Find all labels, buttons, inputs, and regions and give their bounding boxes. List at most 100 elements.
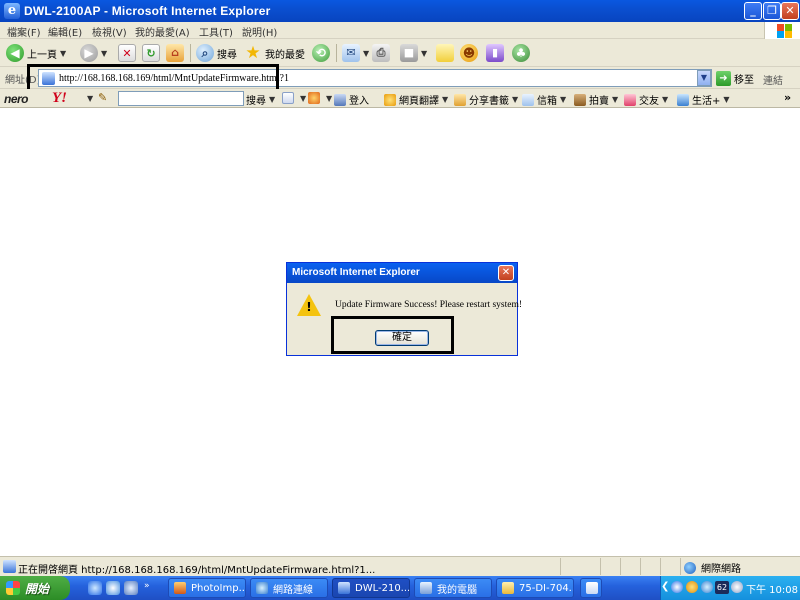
task-label: 網路連線 — [273, 584, 313, 596]
back-button[interactable]: ◀ 上一頁 ▼ — [6, 43, 66, 63]
windows-flag-icon — [6, 581, 20, 595]
print-button[interactable]: ⎙ — [372, 43, 390, 63]
window-title-bar[interactable]: e DWL-2100AP - Microsoft Internet Explor… — [0, 0, 800, 22]
minimize-button[interactable]: _ — [744, 2, 762, 20]
globe-icon — [684, 561, 696, 574]
history-button[interactable]: ⟲ — [312, 43, 330, 63]
tray-connection-icon[interactable] — [701, 581, 713, 593]
menu-file[interactable]: 檔案(F) — [7, 24, 41, 39]
tray-expand-icon[interactable]: ❮ — [661, 581, 669, 592]
task-label: PhotoImp... — [191, 582, 246, 594]
chevron-down-icon: ▼ — [60, 48, 67, 58]
yahoo-highlight-button[interactable]: ▼ — [282, 92, 306, 104]
search-label: 搜尋 — [217, 49, 237, 61]
chevron-down-icon: ▼ — [612, 95, 619, 104]
ie-icon — [338, 582, 350, 594]
dialog-close-button[interactable]: ✕ — [498, 265, 514, 281]
menu-edit[interactable]: 編輯(E) — [48, 24, 82, 39]
close-button[interactable]: ✕ — [781, 2, 799, 20]
mail-icon — [522, 93, 534, 106]
taskbar-item-ie[interactable]: DWL-210... — [332, 578, 410, 598]
home-icon: ⌂ — [166, 44, 184, 62]
links-label[interactable]: 連結 — [763, 72, 783, 87]
yahoo-login-button[interactable]: 登入 — [334, 92, 369, 107]
forward-button[interactable]: ▶ ▼ — [80, 43, 107, 63]
menu-favorites[interactable]: 我的最愛(A) — [135, 24, 190, 39]
menu-tools[interactable]: 工具(T) — [199, 24, 233, 39]
research-button[interactable]: ▮ — [486, 43, 504, 63]
ie-quicklaunch-icon[interactable] — [88, 581, 102, 595]
start-label: 開始 — [25, 581, 50, 596]
search-button[interactable]: ⌕ 搜尋 — [196, 43, 237, 63]
discuss-button[interactable] — [436, 43, 454, 63]
heart-icon — [624, 93, 636, 106]
mail-icon: ✉ — [342, 44, 360, 62]
yahoo-bookmarks-button[interactable]: 分享書籤 ▼ — [454, 92, 518, 107]
media-quicklaunch-icon[interactable] — [106, 581, 120, 595]
messenger-button[interactable]: ☻ — [460, 43, 478, 63]
url-dropdown-button[interactable]: ▼ — [697, 70, 711, 86]
toolbar-overflow-chevron[interactable]: » — [784, 91, 791, 104]
yahoo-translate-button[interactable]: 網頁翻譯 ▼ — [384, 92, 448, 107]
yahoo-toolbar: nero Y! ▼ ✎ 搜尋 ▼ ▼ ▼ 登入 網頁翻譯 ▼ 分享書籤 ▼ 信箱… — [0, 89, 800, 108]
status-bar: 正在開啓網頁 http://168.168.168.169/html/MntUp… — [0, 556, 800, 576]
status-text: 正在開啓網頁 http://168.168.168.169/html/MntUp… — [18, 565, 376, 576]
yahoo-translate-label: 網頁翻譯 — [399, 96, 439, 107]
taskbar-item-group[interactable] — [580, 578, 602, 598]
tray-badge[interactable]: 62 — [715, 581, 729, 594]
tray-security-icon[interactable] — [686, 581, 698, 593]
menu-help[interactable]: 說明(H) — [242, 24, 277, 39]
messenger-people-button[interactable]: ♣ — [512, 43, 530, 63]
yahoo-dating-button[interactable]: 交友 ▼ — [624, 92, 668, 107]
dialog-title-bar[interactable]: Microsoft Internet Explorer ✕ — [287, 263, 517, 283]
toolbar-separator — [190, 44, 191, 62]
nero-logo[interactable]: nero — [4, 92, 29, 106]
chevron-down-icon: ▼ — [700, 73, 708, 82]
chevron-down-icon: ▼ — [363, 48, 370, 58]
refresh-button[interactable]: ↻ — [142, 43, 160, 63]
stop-button[interactable]: ✕ — [118, 43, 136, 63]
taskbar-item-folder[interactable]: 75-DI-704... — [496, 578, 574, 598]
people-icon: ♣ — [512, 44, 530, 62]
chevron-down-icon: ▼ — [421, 48, 428, 58]
start-button[interactable]: 開始 — [0, 576, 70, 600]
yahoo-search-input[interactable] — [118, 91, 244, 106]
taskbar-item-my-computer[interactable]: 我的電腦 — [414, 578, 492, 598]
yahoo-auction-button[interactable]: 拍賣 ▼ — [574, 92, 618, 107]
yahoo-mail-label: 信箱 — [537, 96, 557, 107]
yahoo-search-button[interactable]: 搜尋 ▼ — [246, 92, 275, 107]
mail-button[interactable]: ✉ ▼ — [342, 43, 369, 63]
tray-network-icon[interactable] — [671, 581, 683, 593]
yahoo-life-button[interactable]: 生活+ ▼ — [677, 92, 730, 107]
status-cell — [560, 558, 600, 575]
chevron-down-icon: ▼ — [723, 95, 730, 104]
home-button[interactable]: ⌂ — [166, 43, 184, 63]
chevron-down-icon: ▼ — [269, 95, 276, 104]
menu-bar: 檔案(F) 編輯(E) 檢視(V) 我的最愛(A) 工具(T) 說明(H) — [0, 22, 800, 39]
quicklaunch-overflow[interactable]: » — [144, 581, 150, 591]
edit-button[interactable]: ■ ▼ — [400, 43, 427, 63]
favorites-button[interactable]: ★ 我的最愛 — [244, 43, 305, 63]
taskbar-item-photoimpact[interactable]: PhotoImp... — [168, 578, 246, 598]
desktop-quicklaunch-icon[interactable] — [124, 581, 138, 595]
taskbar-item-network[interactable]: 網路連線 — [250, 578, 328, 598]
pencil-icon[interactable]: ✎ — [98, 91, 107, 104]
go-button[interactable]: ➜ 移至 — [716, 70, 754, 87]
tray-volume-icon[interactable] — [731, 581, 743, 593]
yahoo-bookmarks-label: 分享書籤 — [469, 96, 509, 107]
network-icon — [256, 582, 268, 594]
menu-view[interactable]: 檢視(V) — [92, 24, 127, 39]
maximize-button[interactable]: ❐ — [763, 2, 781, 20]
note-icon — [436, 44, 454, 62]
yahoo-mail-button[interactable]: 信箱 ▼ — [522, 92, 566, 107]
yahoo-options-button[interactable]: ▼ — [308, 92, 332, 104]
favorites-label: 我的最愛 — [265, 49, 305, 61]
life-icon — [677, 93, 689, 106]
window-icon — [586, 582, 598, 594]
chevron-down-icon[interactable]: ▼ — [87, 94, 93, 103]
taskbar-clock[interactable]: 下午 10:08 — [746, 581, 798, 596]
yahoo-logo[interactable]: Y! — [52, 90, 67, 107]
computer-icon — [420, 582, 432, 594]
back-arrow-icon: ◀ — [6, 44, 24, 62]
security-zone: 網際網路 — [684, 560, 741, 575]
